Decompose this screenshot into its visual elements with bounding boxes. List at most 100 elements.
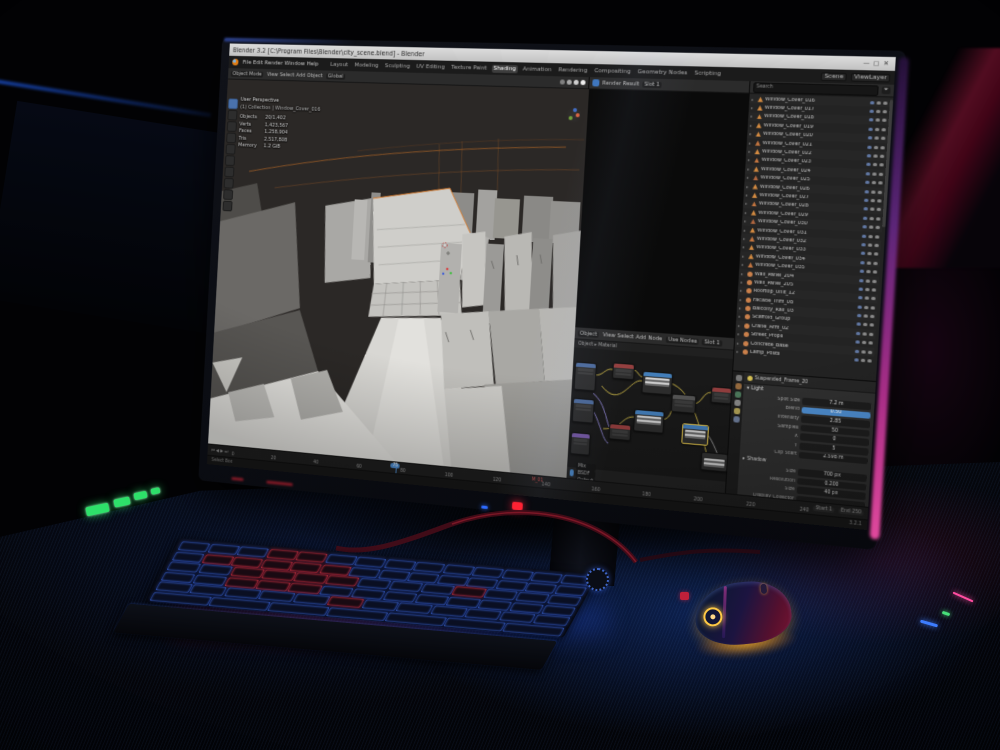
node-menu-item[interactable]: Add <box>635 334 648 341</box>
image-slot[interactable]: Slot 1 <box>642 81 662 88</box>
render-props-tab-icon[interactable] <box>735 375 742 382</box>
gizmo-x-axis[interactable] <box>576 113 580 117</box>
select-toggle-icon[interactable] <box>860 270 865 273</box>
use-nodes-toggle[interactable]: Use Nodes <box>666 336 699 344</box>
render-camera-icon[interactable] <box>878 190 883 193</box>
blender-logo-icon[interactable] <box>232 59 238 66</box>
hide-eye-icon[interactable] <box>865 297 870 300</box>
select-toggle-icon[interactable] <box>858 296 863 299</box>
menu-item[interactable]: Help <box>306 61 320 67</box>
render-camera-icon[interactable] <box>868 341 873 344</box>
expand-caret-icon[interactable]: ▸ <box>744 218 748 223</box>
hide-eye-icon[interactable] <box>875 119 880 122</box>
select-toggle-icon[interactable] <box>866 163 871 166</box>
gizmo-z-axis[interactable] <box>573 108 577 112</box>
render-camera-icon[interactable] <box>875 235 880 238</box>
expand-caret-icon[interactable]: ▸ <box>749 131 753 136</box>
node-footer-chip-active[interactable] <box>570 469 574 476</box>
scene-props-tab-icon[interactable] <box>734 391 741 398</box>
workspace-tab[interactable]: Modeling <box>352 61 380 69</box>
shader-node[interactable] <box>633 409 665 434</box>
material-shading-icon[interactable] <box>574 80 579 85</box>
node-menu-item[interactable]: Node <box>647 335 663 342</box>
expand-caret-icon[interactable]: ▸ <box>751 96 756 101</box>
hide-eye-icon[interactable] <box>862 341 867 344</box>
expand-caret-icon[interactable]: ▸ <box>739 297 743 302</box>
workspace-tab[interactable]: Rendering <box>556 66 590 75</box>
viewport-menu-item[interactable]: View <box>266 71 279 77</box>
light-props-tab-icon[interactable] <box>733 408 740 415</box>
hide-eye-icon[interactable] <box>868 243 873 246</box>
select-toggle-icon[interactable] <box>861 243 866 246</box>
render-camera-icon[interactable] <box>881 137 886 140</box>
measure-tool-icon[interactable] <box>224 178 234 189</box>
select-toggle-icon[interactable] <box>869 110 874 113</box>
expand-caret-icon[interactable]: ▸ <box>740 288 744 293</box>
hide-eye-icon[interactable] <box>866 270 871 273</box>
expand-caret-icon[interactable]: ▸ <box>748 149 752 154</box>
expand-caret-icon[interactable]: ▸ <box>751 105 755 110</box>
render-camera-icon[interactable] <box>872 279 877 282</box>
node-menu-item[interactable]: Select <box>616 333 635 340</box>
render-camera-icon[interactable] <box>874 244 879 247</box>
hide-eye-icon[interactable] <box>874 146 879 149</box>
gizmo-y-axis[interactable] <box>569 116 573 120</box>
render-camera-icon[interactable] <box>879 172 884 175</box>
node-mode-dropdown[interactable]: Object <box>578 330 599 338</box>
node-menu-item[interactable]: View <box>602 332 617 339</box>
workspace-tab[interactable]: Shading <box>491 64 518 73</box>
render-camera-icon[interactable] <box>877 208 882 211</box>
image-editor-icon[interactable] <box>592 79 599 86</box>
render-camera-icon[interactable] <box>880 155 885 158</box>
expand-caret-icon[interactable]: ▸ <box>741 271 745 276</box>
expand-caret-icon[interactable]: ▸ <box>736 349 740 354</box>
object-props-tab-icon[interactable] <box>734 399 741 406</box>
shading-mode-buttons[interactable] <box>560 79 586 85</box>
workspace-tab[interactable]: Texture Paint <box>449 63 489 72</box>
shader-node[interactable] <box>608 423 631 441</box>
render-camera-icon[interactable] <box>872 288 877 291</box>
select-toggle-icon[interactable] <box>863 216 868 219</box>
shader-node[interactable] <box>572 398 595 424</box>
render-camera-icon[interactable] <box>873 261 878 264</box>
workspace-tab[interactable]: Animation <box>521 65 554 74</box>
hide-eye-icon[interactable] <box>867 252 872 255</box>
expand-caret-icon[interactable]: ▸ <box>743 236 747 241</box>
render-camera-icon[interactable] <box>883 110 888 113</box>
select-toggle-icon[interactable] <box>857 314 862 317</box>
hide-eye-icon[interactable] <box>861 350 866 353</box>
wireframe-shading-icon[interactable] <box>560 79 565 84</box>
render-camera-icon[interactable] <box>874 253 879 256</box>
render-camera-icon[interactable] <box>870 315 875 318</box>
render-camera-icon[interactable] <box>883 101 888 104</box>
hide-eye-icon[interactable] <box>867 261 872 264</box>
render-camera-icon[interactable] <box>868 350 873 353</box>
select-toggle-icon[interactable] <box>855 341 860 344</box>
transform-tool-icon[interactable] <box>225 155 235 166</box>
render-camera-icon[interactable] <box>875 226 880 229</box>
expand-caret-icon[interactable]: ▸ <box>737 340 741 345</box>
expand-caret-icon[interactable]: ▸ <box>738 314 742 319</box>
expand-caret-icon[interactable]: ▸ <box>739 305 743 310</box>
expand-caret-icon[interactable]: ▸ <box>745 210 749 215</box>
select-toggle-icon[interactable] <box>855 349 860 352</box>
render-camera-icon[interactable] <box>869 324 874 327</box>
render-camera-icon[interactable] <box>882 119 887 122</box>
minimize-button[interactable]: — <box>861 60 871 68</box>
expand-caret-icon[interactable]: ▸ <box>746 192 750 197</box>
menu-item[interactable]: File <box>242 59 253 65</box>
outliner-filter-icon[interactable]: ⏷ <box>881 87 890 95</box>
workspace-tab[interactable]: UV Editing <box>414 62 446 71</box>
hide-eye-icon[interactable] <box>865 288 870 291</box>
hide-eye-icon[interactable] <box>869 217 874 220</box>
hide-eye-icon[interactable] <box>874 137 879 140</box>
rendered-shading-icon[interactable] <box>580 80 585 85</box>
viewport-canvas[interactable]: User Perspective (1) Collection | Window… <box>208 79 589 477</box>
viewport-menu-item[interactable]: Add <box>295 72 306 78</box>
select-toggle-icon[interactable] <box>862 225 867 228</box>
shader-node[interactable] <box>700 452 728 473</box>
expand-caret-icon[interactable]: ▸ <box>738 323 742 328</box>
current-frame-badge[interactable]: 75 <box>391 463 400 469</box>
timeline-marker[interactable]: M_01 <box>532 478 544 484</box>
render-camera-icon[interactable] <box>880 146 885 149</box>
